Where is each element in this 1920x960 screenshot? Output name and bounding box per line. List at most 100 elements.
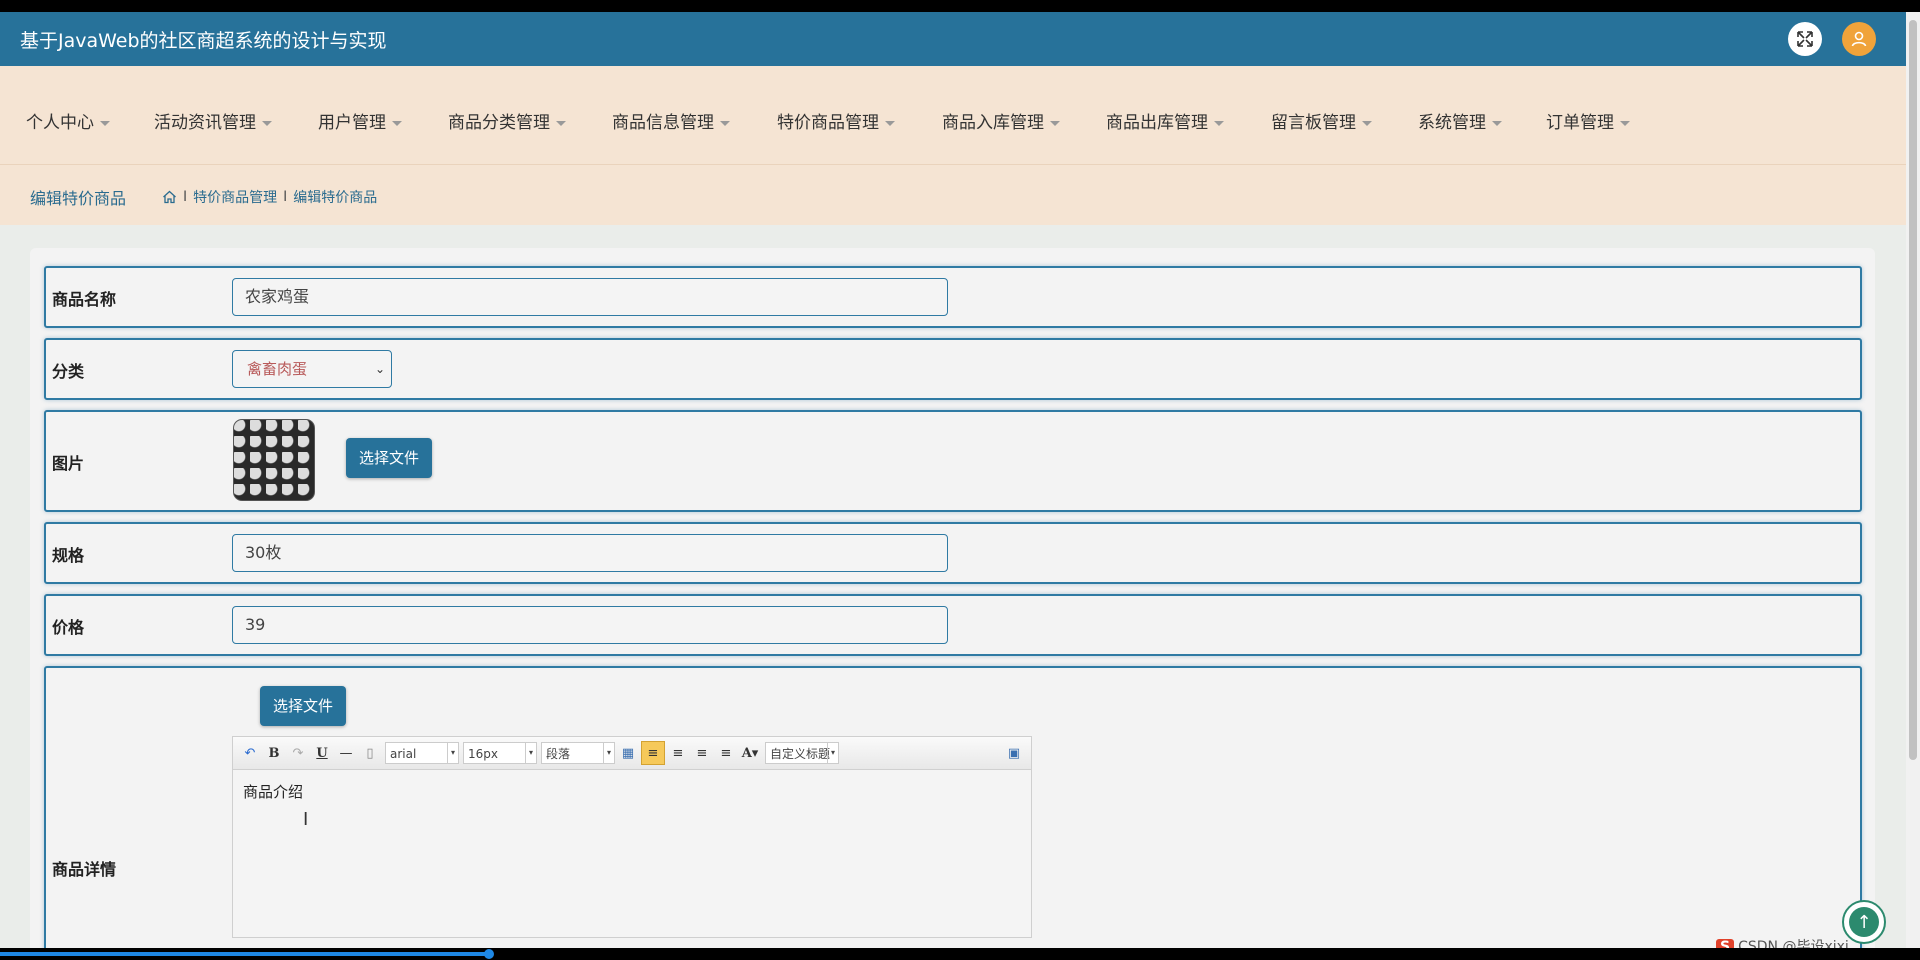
nav-personal-center[interactable]: 个人中心 [26, 108, 110, 133]
bold-icon[interactable]: B [263, 742, 285, 764]
category-select[interactable]: 禽畜肉蛋 ⌄ [232, 350, 392, 388]
nav-product-info[interactable]: 商品信息管理 [612, 108, 730, 133]
nav-label: 用户管理 [318, 113, 386, 133]
breadcrumb-separator: I [183, 189, 188, 205]
nav-user-management[interactable]: 用户管理 [318, 108, 402, 133]
name-input[interactable]: 农家鸡蛋 [232, 278, 948, 316]
nav-label: 特价商品管理 [777, 113, 879, 133]
nav-category-management[interactable]: 商品分类管理 [448, 108, 566, 133]
caret-down-icon [1362, 120, 1372, 126]
arrow-up-icon: ↑ [1849, 907, 1879, 937]
breadcrumb-separator: I [283, 189, 288, 205]
nav-label: 系统管理 [1418, 113, 1486, 133]
page-viewport: 基于JavaWeb的社区商超系统的设计与实现 个人中心 活动资讯管理 用户管理 … [0, 12, 1906, 948]
page-icon[interactable]: ▯ [359, 742, 381, 764]
nav-label: 订单管理 [1546, 113, 1614, 133]
align-left-icon[interactable]: ≡ [641, 741, 665, 765]
breadcrumb-item: 编辑特价商品 [293, 190, 378, 206]
breadcrumb: I 特价商品管理 I 编辑特价商品 [162, 187, 377, 207]
price-input[interactable]: 39 [232, 606, 948, 644]
video-progress-bar[interactable] [0, 948, 1920, 960]
app-title: 基于JavaWeb的社区商超系统的设计与实现 [20, 30, 387, 52]
caret-down-icon [720, 120, 730, 126]
font-family-value: arial [390, 747, 417, 761]
text-cursor-icon: I [303, 809, 309, 830]
underline-icon[interactable]: U [311, 742, 333, 764]
dropdown-arrow-icon: ▾ [603, 743, 614, 763]
undo-icon[interactable]: ↶ [239, 742, 261, 764]
dropdown-arrow-icon: ▾ [827, 743, 838, 763]
nav-special-products[interactable]: 特价商品管理 [777, 108, 895, 133]
form-row-category: 分类 禽畜肉蛋 ⌄ [44, 338, 1862, 400]
nav-label: 商品入库管理 [942, 113, 1044, 133]
nav-system-management[interactable]: 系统管理 [1418, 108, 1502, 133]
align-justify-icon[interactable]: ≡ [715, 742, 737, 764]
font-size-value: 16px [468, 747, 498, 761]
category-selected-value: 禽畜肉蛋 [247, 360, 308, 378]
price-label: 价格 [52, 618, 85, 637]
form-row-price: 价格 39 [44, 594, 1862, 656]
category-label: 分类 [52, 362, 85, 381]
editor-content[interactable]: 商品介绍 [243, 781, 303, 802]
name-label: 商品名称 [52, 290, 117, 309]
spec-label: 规格 [52, 546, 85, 565]
fullscreen-button[interactable] [1788, 22, 1822, 56]
progress-knob[interactable] [484, 949, 494, 959]
table-icon[interactable]: ▦ [617, 742, 639, 764]
paragraph-value: 段落 [546, 747, 571, 761]
form-row-spec: 规格 30枚 [44, 522, 1862, 584]
caret-down-icon [262, 120, 272, 126]
redo-icon[interactable]: ↷ [287, 742, 309, 764]
nav-message-board[interactable]: 留言板管理 [1271, 108, 1372, 133]
dropdown-arrow-icon: ▾ [447, 743, 458, 763]
caret-down-icon [885, 120, 895, 126]
nav-label: 商品出库管理 [1106, 113, 1208, 133]
nav-stock-out[interactable]: 商品出库管理 [1106, 108, 1224, 133]
vertical-scrollbar[interactable] [1906, 12, 1920, 948]
nav-label: 商品信息管理 [612, 113, 714, 133]
custom-title-value: 自定义标题 [770, 747, 831, 761]
choose-detail-file-button[interactable]: 选择文件 [260, 686, 346, 726]
progress-fill [0, 952, 490, 956]
nav-label: 活动资讯管理 [154, 113, 256, 133]
main-nav: 个人中心 活动资讯管理 用户管理 商品分类管理 商品信息管理 特价商品管理 商品… [0, 66, 1906, 165]
watermark: S CSDN @毕设xixi [1716, 936, 1849, 948]
form-row-name: 商品名称 农家鸡蛋 [44, 266, 1862, 328]
caret-down-icon [1492, 120, 1502, 126]
chevron-down-icon: ⌄ [374, 362, 385, 376]
nav-stock-in[interactable]: 商品入库管理 [942, 108, 1060, 133]
nav-label: 留言板管理 [1271, 113, 1356, 133]
fullscreen-icon [1797, 31, 1813, 47]
watermark-text: CSDN @毕设xixi [1738, 939, 1849, 948]
nav-label: 个人中心 [26, 113, 94, 133]
align-center-icon[interactable]: ≡ [691, 742, 713, 764]
font-size-select[interactable]: 16px ▾ [463, 742, 537, 764]
spec-input[interactable]: 30枚 [232, 534, 948, 572]
choose-image-button[interactable]: 选择文件 [346, 438, 432, 478]
app-header: 基于JavaWeb的社区商超系统的设计与实现 [0, 12, 1906, 66]
fullscreen-editor-icon[interactable]: ▣ [1003, 742, 1025, 764]
window-top-edge [0, 0, 1920, 12]
custom-title-select[interactable]: 自定义标题 ▾ [765, 742, 839, 764]
caret-down-icon [556, 120, 566, 126]
product-image-thumbnail[interactable] [234, 420, 314, 500]
horizontal-rule-icon[interactable]: — [335, 742, 357, 764]
scrollbar-thumb[interactable] [1909, 20, 1917, 760]
home-icon[interactable] [162, 190, 177, 204]
font-family-select[interactable]: arial ▾ [385, 742, 459, 764]
image-label: 图片 [52, 454, 85, 473]
nav-label: 商品分类管理 [448, 113, 550, 133]
breadcrumb-item[interactable]: 特价商品管理 [193, 187, 277, 207]
page-title: 编辑特价商品 [30, 189, 127, 208]
font-color-icon[interactable]: A▾ [739, 742, 761, 764]
nav-order-management[interactable]: 订单管理 [1546, 108, 1630, 133]
align-right-icon[interactable]: ≡ [667, 742, 689, 764]
nav-activity-news[interactable]: 活动资讯管理 [154, 108, 272, 133]
editor-toolbar: ↶ B ↷ U — ▯ arial ▾ 16px ▾ 段落 ▾ ▦ ≡ ≡ ≡ ≡ A… [233, 737, 1031, 770]
caret-down-icon [1050, 120, 1060, 126]
form-row-image: 图片 选择文件 [44, 410, 1862, 512]
caret-down-icon [1214, 120, 1224, 126]
paragraph-select[interactable]: 段落 ▾ [541, 742, 615, 764]
rich-text-editor: ↶ B ↷ U — ▯ arial ▾ 16px ▾ 段落 ▾ ▦ ≡ ≡ ≡ ≡ A… [232, 736, 1032, 938]
user-avatar-button[interactable] [1842, 22, 1876, 56]
